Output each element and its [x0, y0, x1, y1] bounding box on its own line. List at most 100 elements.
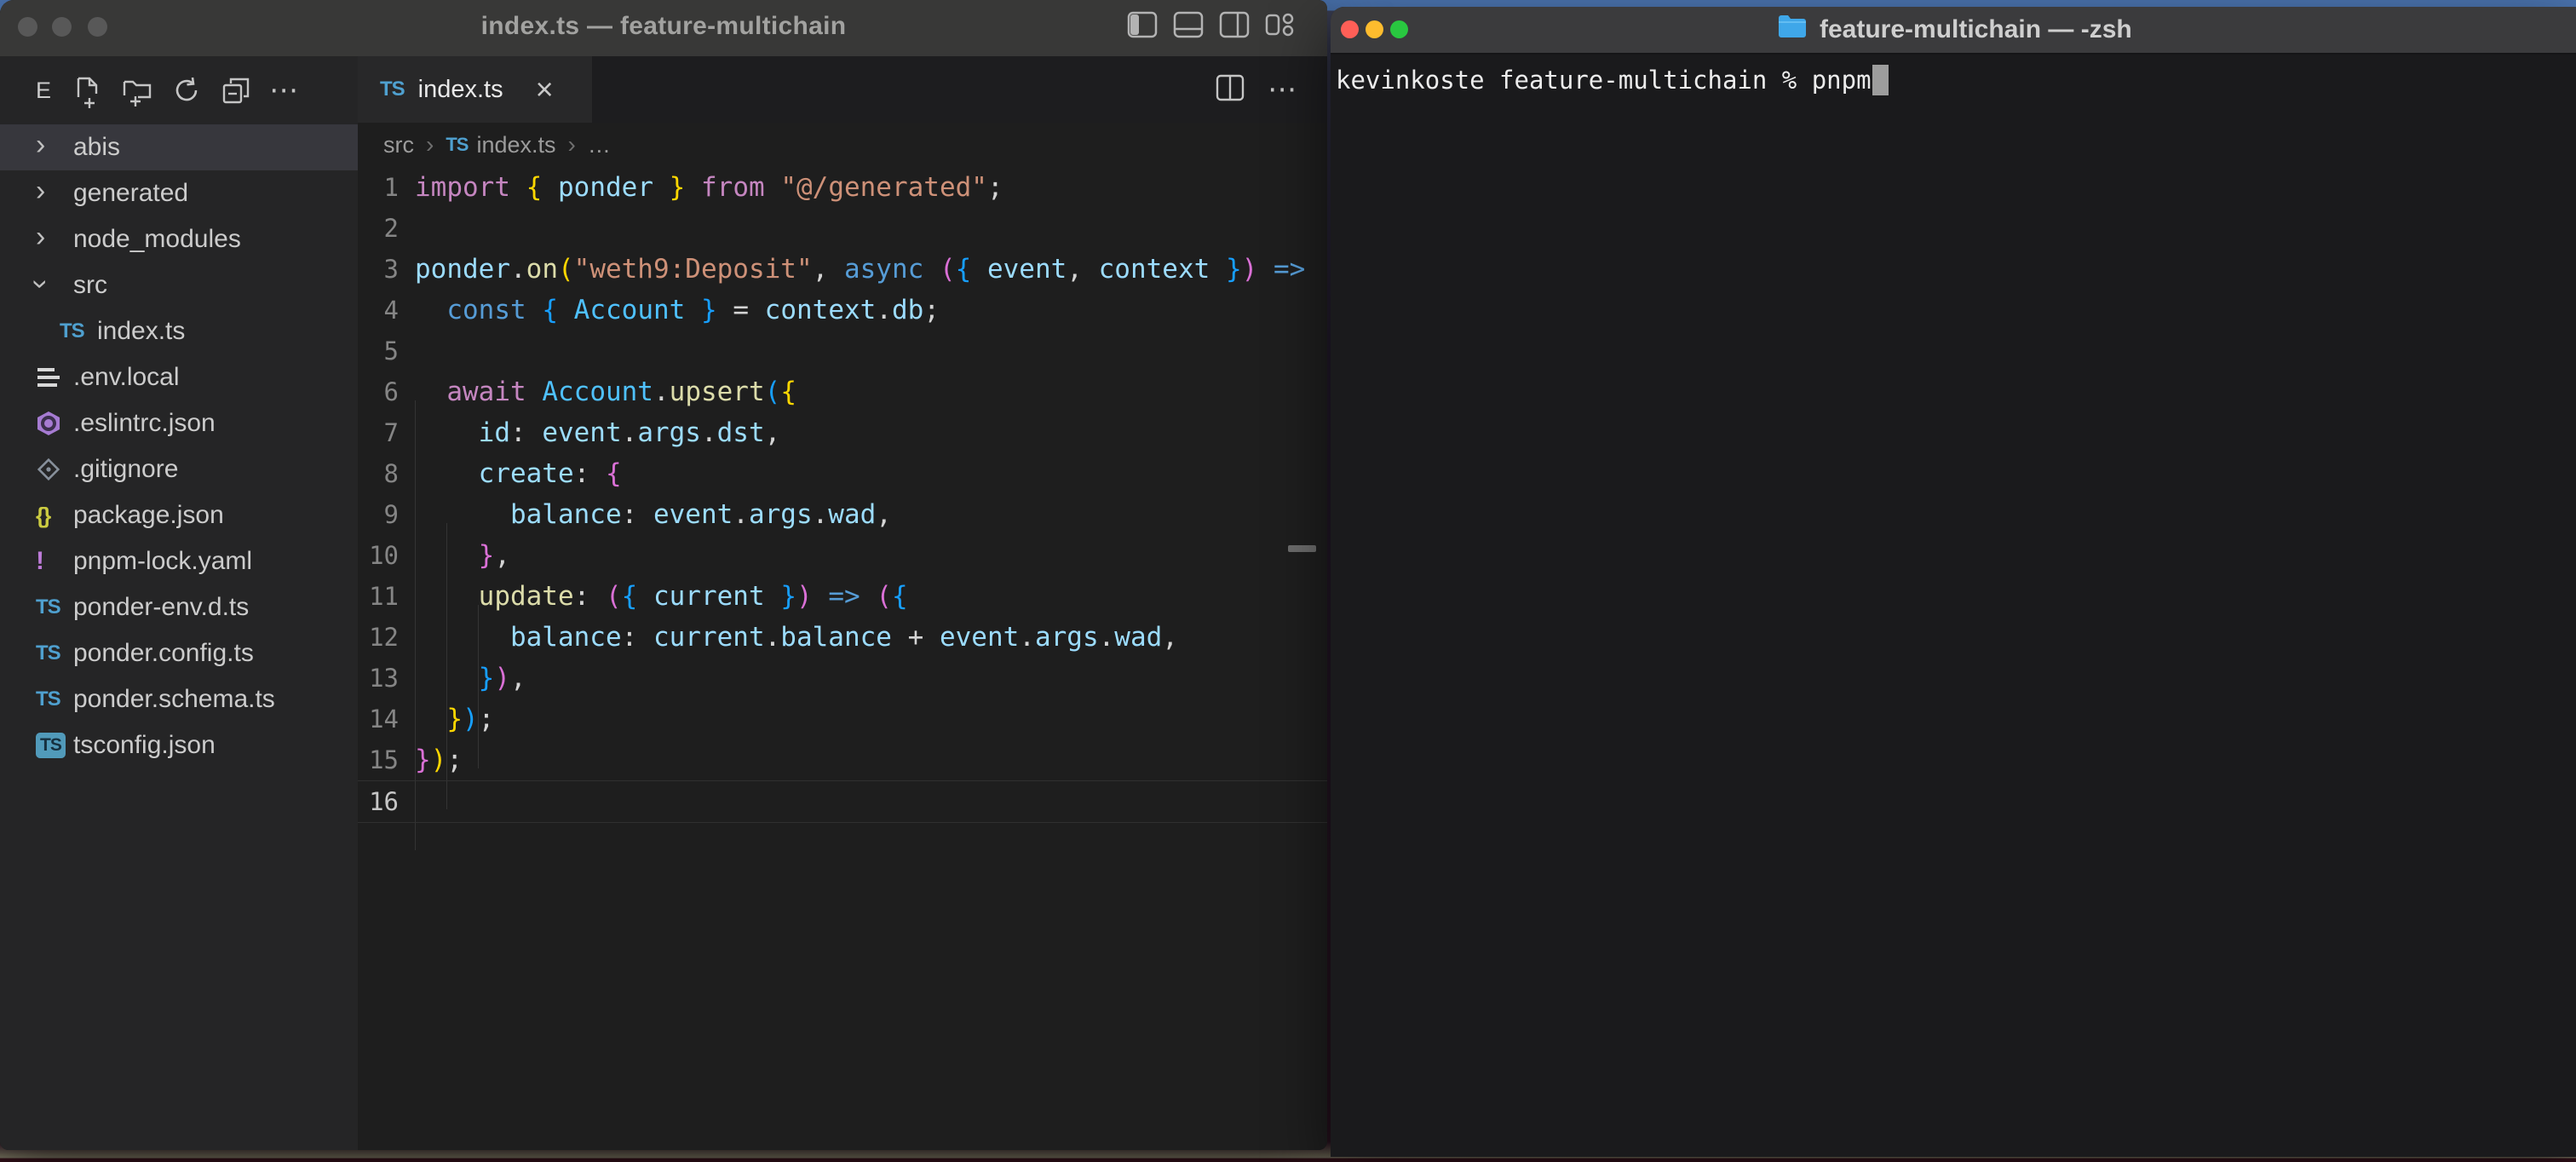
file-row-ponder.config.ts[interactable]: TSponder.config.ts [0, 630, 358, 676]
token: } [479, 540, 495, 571]
code-line-8[interactable]: 8 create: { [358, 453, 1327, 494]
file-row-.eslintrc.json[interactable]: .eslintrc.json [0, 400, 358, 446]
file-row-node_modules[interactable]: ›node_modules [0, 216, 358, 262]
line-number: 7 [358, 412, 399, 453]
file-row-index.ts[interactable]: TSindex.ts [0, 308, 358, 354]
typescript-icon: TS [36, 641, 73, 665]
breadcrumb-file[interactable]: index.ts [476, 132, 555, 158]
code-line-7[interactable]: 7 id: event.args.dst, [358, 412, 1327, 453]
chevron-right-icon: › [568, 131, 576, 158]
code-line-6[interactable]: 6 await Account.upsert({ [358, 371, 1327, 412]
tab-index-ts[interactable]: TS index.ts × [358, 56, 592, 123]
breadcrumb-symbol-more[interactable]: … [588, 132, 611, 158]
token [415, 581, 479, 612]
file-row-package.json[interactable]: {}package.json [0, 492, 358, 538]
code-line-12[interactable]: 12 balance: current.balance + event.args… [358, 617, 1327, 658]
token: Account [574, 295, 686, 325]
token: ( [558, 254, 574, 285]
token: ) [463, 704, 479, 734]
new-folder-icon[interactable] [121, 74, 153, 106]
line-number: 12 [358, 617, 399, 658]
chevron-right-icon: › [426, 131, 434, 158]
refresh-icon[interactable] [170, 74, 203, 106]
split-editor-icon[interactable] [1216, 75, 1244, 105]
token: , [765, 417, 781, 448]
token: . [701, 417, 717, 448]
token: } [446, 704, 463, 734]
code-editor[interactable]: 1import { ponder } from "@/generated";23… [358, 167, 1327, 823]
token [415, 663, 479, 693]
close-window-button[interactable] [1341, 20, 1359, 38]
file-row-abis[interactable]: ›abis [0, 124, 358, 170]
code-line-3[interactable]: 3ponder.on("weth9:Deposit", async ({ eve… [358, 249, 1327, 290]
collapse-folders-icon[interactable] [220, 74, 252, 106]
token [415, 377, 446, 407]
token: event [653, 499, 733, 530]
file-row-.env.local[interactable]: .env.local [0, 354, 358, 400]
token: . [813, 499, 829, 530]
token: context [1099, 254, 1210, 285]
tab-bar: TS index.ts × ⋯ [358, 56, 1327, 123]
close-tab-icon[interactable]: × [536, 74, 554, 105]
file-row-pnpm-lock.yaml[interactable]: !pnpm-lock.yaml [0, 538, 358, 584]
more-actions-icon[interactable]: ⋯ [269, 86, 300, 95]
file-row-src[interactable]: ›src [0, 262, 358, 308]
token [813, 581, 829, 612]
code-line-15[interactable]: 15}); [358, 739, 1327, 780]
toggle-panel-icon[interactable] [1174, 12, 1203, 37]
token: . [876, 295, 892, 325]
toggle-primary-sidebar-icon[interactable] [1128, 12, 1157, 37]
line-text: }); [415, 739, 463, 780]
line-text: balance: current.balance + event.args.wa… [415, 617, 1178, 658]
line-number: 10 [358, 535, 399, 576]
token: { [956, 254, 972, 285]
code-line-2[interactable]: 2 [358, 208, 1327, 249]
customize-layout-icon[interactable] [1266, 12, 1295, 37]
line-text: }), [415, 658, 526, 699]
code-line-11[interactable]: 11 update: ({ current }) => ({ [358, 576, 1327, 617]
file-row-ponder-env.d.ts[interactable]: TSponder-env.d.ts [0, 584, 358, 630]
editor-more-actions-icon[interactable]: ⋯ [1268, 72, 1298, 106]
git-diamond-icon [36, 457, 73, 482]
terminal-title: feature-multichain — -zsh [1777, 7, 2132, 53]
vscode-window: index.ts — feature-multichain E [0, 0, 1327, 1150]
file-label: abis [73, 133, 120, 162]
token: ( [876, 581, 892, 612]
token: : [574, 581, 606, 612]
toggle-secondary-sidebar-icon[interactable] [1220, 12, 1249, 37]
code-line-10[interactable]: 10 }, [358, 535, 1327, 576]
file-tree: ›abis›generated›node_modules›srcTSindex.… [0, 124, 358, 768]
code-line-16[interactable]: 16 [358, 780, 1327, 823]
env-lines-icon [36, 366, 73, 388]
terminal-content[interactable]: kevinkoste feature-multichain % pnpm [1331, 55, 2576, 1157]
token [971, 254, 987, 285]
code-line-14[interactable]: 14 }); [358, 699, 1327, 739]
scrollbar-handle[interactable] [1288, 545, 1316, 552]
code-line-4[interactable]: 4 const { Account } = context.db; [358, 290, 1327, 331]
line-number: 2 [358, 208, 399, 249]
token: balance [780, 622, 892, 653]
token [415, 295, 446, 325]
file-row-ponder.schema.ts[interactable]: TSponder.schema.ts [0, 676, 358, 722]
token: = [717, 295, 765, 325]
code-line-1[interactable]: 1import { ponder } from "@/generated"; [358, 167, 1327, 208]
token [415, 622, 510, 653]
breadcrumb-folder[interactable]: src [383, 132, 414, 158]
code-line-9[interactable]: 9 balance: event.args.wad, [358, 494, 1327, 535]
zoom-window-button[interactable] [1390, 20, 1408, 38]
line-number: 14 [358, 699, 399, 739]
file-row-.gitignore[interactable]: .gitignore [0, 446, 358, 492]
new-file-icon[interactable] [72, 74, 104, 106]
file-label: ponder.schema.ts [73, 685, 275, 714]
token [1257, 254, 1274, 285]
code-line-5[interactable]: 5 [358, 331, 1327, 371]
minimize-window-button[interactable] [1366, 20, 1383, 38]
code-line-13[interactable]: 13 }), [358, 658, 1327, 699]
token: wad [1114, 622, 1162, 653]
terminal-titlebar: feature-multichain — -zsh [1331, 7, 2576, 55]
file-row-generated[interactable]: ›generated [0, 170, 358, 216]
file-label: index.ts [97, 317, 185, 346]
file-row-tsconfig.json[interactable]: TStsconfig.json [0, 722, 358, 768]
token: } [415, 745, 431, 775]
token: from [701, 172, 765, 203]
